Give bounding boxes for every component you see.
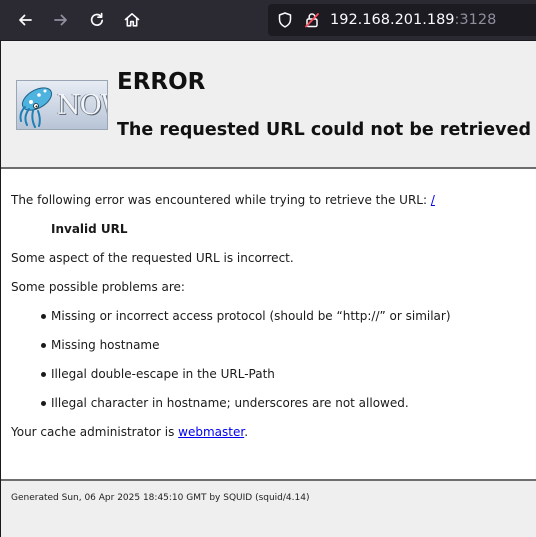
webmaster-link[interactable]: webmaster [178, 425, 244, 439]
admin-prefix: Your cache administrator is [11, 425, 175, 439]
home-button[interactable] [118, 6, 146, 34]
bullet-2 [41, 343, 46, 348]
footer-text: Generated Sun, 06 Apr 2025 18:45:10 GMT … [11, 493, 310, 503]
home-icon [124, 13, 140, 27]
forward-button[interactable] [47, 6, 75, 34]
tracking-protection-shield-icon[interactable] [276, 11, 294, 29]
back-arrow-icon [19, 14, 32, 26]
squid-logo: NOW [16, 80, 108, 130]
reload-button[interactable] [83, 6, 111, 34]
error-header: NOW ERROR The requested URL could not be… [1, 41, 536, 169]
requested-url-link[interactable]: / [431, 193, 435, 207]
page-footer: Generated Sun, 06 Apr 2025 18:45:10 GMT … [1, 479, 536, 537]
back-button[interactable] [11, 6, 39, 34]
browser-toolbar: 192.168.201.189:3128 [0, 0, 536, 41]
error-title: ERROR [117, 69, 206, 95]
intro-label: The following error was encountered whil… [11, 193, 428, 207]
url-text[interactable]: 192.168.201.189:3128 [330, 11, 496, 29]
bullet-4 [41, 401, 46, 406]
forward-arrow-icon [54, 14, 67, 26]
logo-text: NOW [57, 90, 107, 121]
error-page: NOW ERROR The requested URL could not be… [0, 41, 536, 537]
bullet-3 [41, 372, 46, 377]
problem-item: Missing or incorrect access protocol (sh… [51, 309, 451, 323]
url-port: :3128 [454, 12, 497, 28]
problem-item: Illegal character in hostname; underscor… [51, 396, 409, 410]
admin-text: Your cache administrator is webmaster. [11, 424, 248, 440]
error-description: Some aspect of the requested URL is inco… [11, 251, 294, 265]
url-bar[interactable]: 192.168.201.189:3128 [268, 4, 536, 36]
error-name: Invalid URL [51, 222, 128, 236]
admin-suffix: . [244, 425, 249, 439]
problems-heading: Some possible problems are: [11, 280, 185, 294]
reload-icon [90, 12, 104, 26]
problem-item: Missing hostname [51, 338, 160, 352]
insecure-lock-icon[interactable] [303, 11, 321, 29]
bullet-1 [41, 314, 46, 319]
intro-text: The following error was encountered whil… [11, 192, 435, 208]
error-subtitle: The requested URL could not be retrieved [117, 120, 531, 140]
problem-item: Illegal double-escape in the URL-Path [51, 367, 275, 381]
url-host: 192.168.201.189 [330, 12, 455, 28]
